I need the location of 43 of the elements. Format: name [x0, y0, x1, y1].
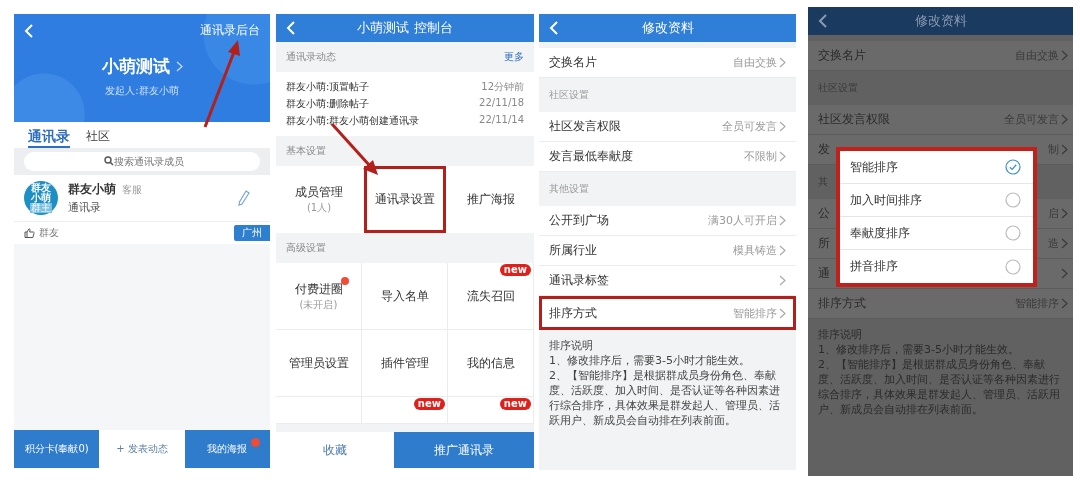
setting-value: 满30人可开启 — [708, 213, 777, 228]
setting-label: 排序方式 — [818, 295, 866, 312]
new-badge: new — [499, 398, 531, 410]
activity-text: 群友小萌:删除帖子 — [286, 97, 370, 111]
activity-time: 12分钟前 — [481, 80, 524, 94]
setting-label: 社区发言权限 — [549, 118, 621, 135]
setting-label: 发 — [818, 141, 830, 158]
activity-time: 22/11/14 — [479, 114, 524, 127]
new-badge: new — [499, 264, 531, 276]
setting-value: 自由交换 — [733, 55, 777, 70]
member-role: 客服 — [122, 184, 142, 195]
setting-label: 所 — [818, 235, 830, 252]
member-name: 群友小萌 — [68, 182, 116, 196]
setting-value: 模具铸造 — [733, 243, 777, 258]
setting-label: 排序方式 — [549, 304, 597, 322]
group-logo: 群友 小萌 群主 — [24, 181, 58, 215]
setting-label: 社区发言权限 — [818, 111, 890, 128]
setting-label: 发言最低奉献度 — [549, 148, 633, 165]
founder-text: 发起人:群友小萌 — [104, 84, 180, 98]
setting-value: 全员可发言 — [722, 119, 777, 134]
note-paragraph: 1、修改排序后，需要3-5小时才能生效。 — [549, 353, 751, 368]
screen-title: 修改资料 — [913, 12, 968, 30]
like-label: 群友 — [39, 226, 60, 240]
city-tag: 广州 — [234, 225, 270, 241]
screen-title: 修改资料 — [640, 19, 695, 37]
setting-label: 交换名片 — [818, 47, 866, 64]
setting-label: 交换名片 — [549, 54, 597, 71]
note-paragraph: 2、【智能排序】是根据群成员身份角色、奉献度、活跃度、加入时间、是否认证等各种因素进行综合排序，具体效果是群发起人、管理员、活跃用户、新成员会自动排在列表前面。 — [549, 368, 781, 428]
section-title: 通讯录动态 — [286, 50, 336, 64]
setting-value: 不限制 — [744, 149, 777, 164]
setting-label: 通讯录标签 — [549, 272, 609, 289]
setting-label: 公开到广场 — [549, 212, 609, 229]
screen-title: 小萌测试 控制台 — [356, 19, 454, 37]
member-subtitle: 通讯录 — [68, 200, 102, 215]
note-title: 排序说明 — [549, 338, 594, 353]
setting-label: 通 — [818, 265, 830, 282]
activity-text: 群友小萌:顶置帖子 — [286, 80, 370, 94]
activity-time: 22/11/18 — [479, 97, 524, 110]
setting-value: 智能排序 — [733, 305, 777, 321]
setting-label: 公 — [818, 205, 830, 222]
group-title: 小萌测试 — [101, 55, 170, 78]
new-badge: new — [413, 398, 445, 410]
setting-label: 所属行业 — [549, 242, 597, 259]
